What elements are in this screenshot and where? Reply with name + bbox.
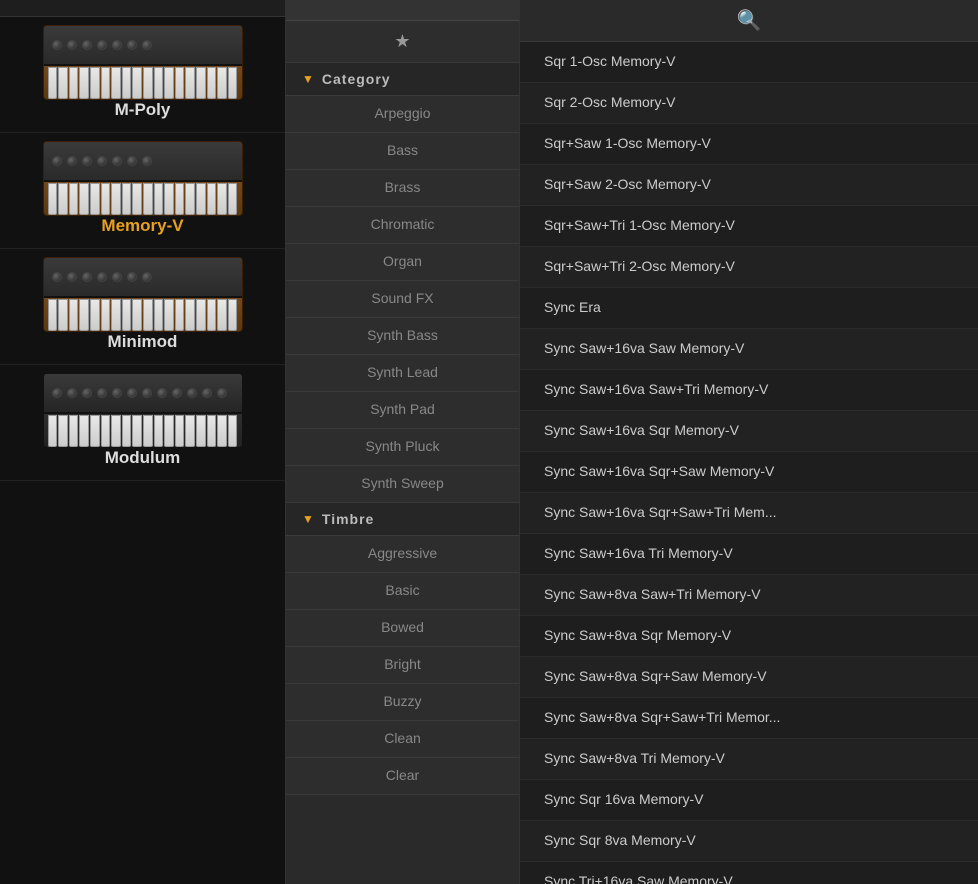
preset-item[interactable]: Sync Saw+8va Sqr+Saw Memory-V bbox=[520, 657, 978, 698]
filter-star[interactable]: ★ bbox=[286, 21, 519, 63]
synth-item-m-poly[interactable]: M-Poly bbox=[0, 17, 285, 133]
synth-item-modulum[interactable]: Modulum bbox=[0, 365, 285, 481]
presets-header: 🔍 bbox=[520, 0, 978, 42]
synth-name-m-poly: M-Poly bbox=[115, 100, 171, 120]
filter-item-organ[interactable]: Organ bbox=[286, 244, 519, 281]
preset-item[interactable]: Sqr+Saw+Tri 2-Osc Memory-V bbox=[520, 247, 978, 288]
filter-item-buzzy[interactable]: Buzzy bbox=[286, 684, 519, 721]
section-arrow-timbre: ▼ bbox=[302, 512, 314, 526]
filter-section-timbre[interactable]: ▼ Timbre bbox=[286, 503, 519, 536]
sidebar-header bbox=[0, 0, 285, 17]
filter-item-bright[interactable]: Bright bbox=[286, 647, 519, 684]
filters-list: ★▼ CategoryArpeggioBassBrassChromaticOrg… bbox=[286, 21, 519, 884]
filter-item-clear[interactable]: Clear bbox=[286, 758, 519, 795]
preset-item[interactable]: Sync Saw+16va Sqr Memory-V bbox=[520, 411, 978, 452]
filter-item-clean[interactable]: Clean bbox=[286, 721, 519, 758]
filter-item-aggressive[interactable]: Aggressive bbox=[286, 536, 519, 573]
synth-name-modulum: Modulum bbox=[105, 448, 181, 468]
filter-item-brass[interactable]: Brass bbox=[286, 170, 519, 207]
presets-list: Sqr 1-Osc Memory-VSqr 2-Osc Memory-VSqr+… bbox=[520, 42, 978, 884]
instrument-list: M-Poly Memory-V Minimod bbox=[0, 17, 285, 884]
filter-item-sound-fx[interactable]: Sound FX bbox=[286, 281, 519, 318]
filters-header bbox=[286, 0, 519, 21]
synth-name-minimod: Minimod bbox=[108, 332, 178, 352]
section-label-category: Category bbox=[322, 71, 391, 87]
filter-item-bowed[interactable]: Bowed bbox=[286, 610, 519, 647]
filter-item-bass[interactable]: Bass bbox=[286, 133, 519, 170]
section-arrow-category: ▼ bbox=[302, 72, 314, 86]
search-icon: 🔍 bbox=[737, 8, 762, 33]
synth-item-minimod[interactable]: Minimod bbox=[0, 249, 285, 365]
filters-panel: ★▼ CategoryArpeggioBassBrassChromaticOrg… bbox=[285, 0, 520, 884]
preset-item[interactable]: Sync Saw+16va Tri Memory-V bbox=[520, 534, 978, 575]
preset-item[interactable]: Sync Saw+8va Tri Memory-V bbox=[520, 739, 978, 780]
filter-item-synth-bass[interactable]: Synth Bass bbox=[286, 318, 519, 355]
preset-item[interactable]: Sync Saw+8va Sqr+Saw+Tri Memor... bbox=[520, 698, 978, 739]
preset-item[interactable]: Sync Sqr 16va Memory-V bbox=[520, 780, 978, 821]
filter-item-chromatic[interactable]: Chromatic bbox=[286, 207, 519, 244]
filter-item-synth-sweep[interactable]: Synth Sweep bbox=[286, 466, 519, 503]
section-label-timbre: Timbre bbox=[322, 511, 374, 527]
preset-item[interactable]: Sync Saw+16va Saw Memory-V bbox=[520, 329, 978, 370]
synth-item-memory-v[interactable]: Memory-V bbox=[0, 133, 285, 249]
preset-item[interactable]: Sync Sqr 8va Memory-V bbox=[520, 821, 978, 862]
preset-item[interactable]: Sync Tri+16va Saw Memory-V bbox=[520, 862, 978, 884]
filter-item-arpeggio[interactable]: Arpeggio bbox=[286, 96, 519, 133]
filter-item-synth-pluck[interactable]: Synth Pluck bbox=[286, 429, 519, 466]
preset-item[interactable]: Sync Saw+8va Sqr Memory-V bbox=[520, 616, 978, 657]
sidebar: M-Poly Memory-V Minimod bbox=[0, 0, 285, 884]
filter-section-category[interactable]: ▼ Category bbox=[286, 63, 519, 96]
preset-item[interactable]: Sync Saw+8va Saw+Tri Memory-V bbox=[520, 575, 978, 616]
preset-item[interactable]: Sqr 2-Osc Memory-V bbox=[520, 83, 978, 124]
preset-item[interactable]: Sqr 1-Osc Memory-V bbox=[520, 42, 978, 83]
preset-item[interactable]: Sync Saw+16va Sqr+Saw+Tri Mem... bbox=[520, 493, 978, 534]
preset-item[interactable]: Sqr+Saw 2-Osc Memory-V bbox=[520, 165, 978, 206]
preset-item[interactable]: Sync Era bbox=[520, 288, 978, 329]
preset-item[interactable]: Sync Saw+16va Sqr+Saw Memory-V bbox=[520, 452, 978, 493]
preset-item[interactable]: Sync Saw+16va Saw+Tri Memory-V bbox=[520, 370, 978, 411]
presets-panel: 🔍 Sqr 1-Osc Memory-VSqr 2-Osc Memory-VSq… bbox=[520, 0, 978, 884]
preset-item[interactable]: Sqr+Saw 1-Osc Memory-V bbox=[520, 124, 978, 165]
preset-item[interactable]: Sqr+Saw+Tri 1-Osc Memory-V bbox=[520, 206, 978, 247]
synth-name-memory-v: Memory-V bbox=[101, 216, 183, 236]
filter-item-synth-pad[interactable]: Synth Pad bbox=[286, 392, 519, 429]
filter-item-basic[interactable]: Basic bbox=[286, 573, 519, 610]
filter-item-synth-lead[interactable]: Synth Lead bbox=[286, 355, 519, 392]
